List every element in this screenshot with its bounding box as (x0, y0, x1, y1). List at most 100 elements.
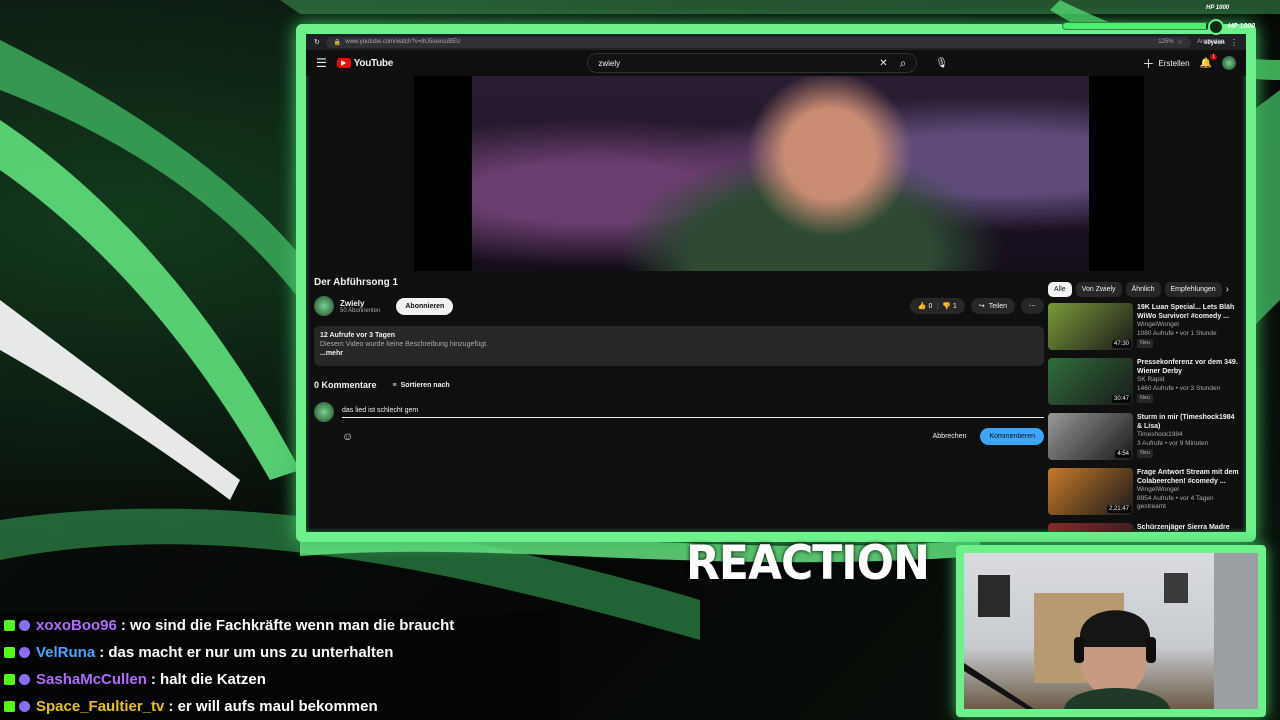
video-duration: 47:30 (1111, 340, 1131, 348)
show-more-link[interactable]: ...mehr (320, 350, 1038, 357)
dislike-button[interactable]: 👎 1 (942, 302, 957, 310)
star-icon[interactable]: ☆ (1178, 39, 1183, 46)
notification-bell-icon[interactable]: 🔔 1 (1200, 53, 1217, 69)
chat-text: : das macht er nur um uns zu unterhalten (99, 644, 394, 661)
chip-recommendations[interactable]: Empfehlungen (1164, 282, 1222, 297)
recommendation-title[interactable]: Schürzenjäger Sierra Madre 1996 Open Air… (1137, 523, 1240, 532)
browser-toolbar: ↻ 🔒 www.youtube.com/watch?v=8U5uexsuBEU … (306, 34, 1246, 50)
hp-avatar-icon (1208, 19, 1224, 35)
microphone-icon[interactable]: 🎙 (935, 58, 948, 69)
wall-poster (978, 575, 1010, 617)
video-thumbnail[interactable]: 47:30 (1048, 303, 1133, 350)
wall-frame (1164, 573, 1188, 603)
channel-avatar[interactable] (314, 296, 334, 316)
thumbs-down-icon: 👎 (942, 303, 951, 310)
channel-name[interactable]: Zwiely (340, 299, 380, 308)
recommendation-meta: 1080 Aufrufe • vor 1 Stunde (1137, 329, 1217, 337)
recommendation-title[interactable]: Sturm in mir (Timeshock1984 & Lisa) (1137, 413, 1240, 431)
more-options-icon[interactable]: ⋮ (1244, 358, 1246, 407)
description-text: Diesem Video wurde keine Beschreibung hi… (320, 341, 488, 348)
more-options-icon[interactable]: ⋮ (1244, 413, 1246, 462)
streamer-shirt (1064, 688, 1170, 709)
search-input[interactable]: zwiely ✕ ⌕ (587, 53, 918, 73)
more-actions-button[interactable]: ⋯ (1021, 298, 1044, 314)
hp-bar-fill (1063, 23, 1207, 29)
sort-button[interactable]: ≡ Sortieren nach (393, 382, 450, 389)
video-player[interactable] (414, 76, 1144, 271)
chat-username[interactable]: SashaMcCullen (36, 671, 147, 688)
like-button[interactable]: 👍 0 (918, 302, 933, 310)
chip-from-channel[interactable]: Von Zwiely (1075, 282, 1122, 297)
recommendation-title[interactable]: 19K Luan Special... Lets Bläh WiWo Survi… (1137, 303, 1240, 321)
headphone-right (1146, 637, 1156, 663)
video-duration: 4:54 (1115, 450, 1131, 458)
recommendation-channel[interactable]: WingelWongel (1137, 486, 1240, 494)
share-label: Teilen (988, 302, 1007, 310)
video-details: Der Abführsong 1 Zwiely 50 Abonnenten Ab… (314, 277, 1044, 445)
chat-username[interactable]: xoxoBoo96 (36, 617, 117, 634)
menu-dots-icon[interactable]: ⋮ (1230, 38, 1238, 47)
recommendation-title[interactable]: Frage Antwort Stream mit dem Colabeerche… (1137, 468, 1240, 486)
recommendation-channel[interactable]: SK Rapid (1137, 376, 1240, 384)
video-thumbnail[interactable] (1048, 523, 1133, 532)
filter-chips: Alle Von Zwiely Ähnlich Empfehlungen › (1048, 282, 1246, 297)
sort-icon: ≡ (392, 381, 397, 389)
chat-username[interactable]: VelRuna (36, 644, 95, 661)
create-label: Erstellen (1158, 58, 1190, 68)
webcam-feed (956, 545, 1266, 717)
video-thumbnail[interactable]: 4:54 (1048, 413, 1133, 460)
chat-text: : er will aufs maul bekommen (168, 698, 378, 715)
chat-message: VelRuna : das macht er nur um uns zu unt… (0, 639, 560, 666)
hamburger-menu-icon[interactable]: ☰ (316, 56, 327, 70)
chip-all[interactable]: Alle (1048, 282, 1072, 297)
chat-username[interactable]: Space_Faultier_tv (36, 698, 164, 715)
recommendation-meta: 3 Aufrufe • vor 9 Minuten (1137, 439, 1209, 447)
comment-buttons: ☺ Abbrechen Kommentieren (314, 428, 1044, 445)
recommendation-title[interactable]: Pressekonferenz vor dem 349. Wiener Derb… (1137, 358, 1240, 376)
address-bar[interactable]: 🔒 www.youtube.com/watch?v=8U5uexsuBEU 12… (325, 36, 1191, 48)
emoji-icon[interactable]: ☺ (342, 431, 353, 443)
create-button[interactable]: ＋ Erstellen (1142, 55, 1189, 72)
recommendation-channel[interactable]: WingelWongel (1137, 321, 1240, 329)
user-avatar[interactable] (1221, 56, 1236, 70)
chevron-right-icon[interactable]: › (1226, 282, 1229, 297)
description-box[interactable]: 12 Aufrufe vor 3 Tagen Diesem Video wurd… (314, 326, 1044, 366)
recommendation-item[interactable]: 4:54 Sturm in mir (Timeshock1984 & Lisa)… (1048, 413, 1246, 462)
hp-bar (1062, 22, 1210, 30)
sub-badge-icon (19, 701, 30, 712)
recommendation-item[interactable]: 30:47 Pressekonferenz vor dem 349. Wiene… (1048, 358, 1246, 407)
youtube-logo[interactable]: YouTube (336, 58, 393, 69)
chip-related[interactable]: Ähnlich (1125, 282, 1161, 297)
recommendation-info: Pressekonferenz vor dem 349. Wiener Derb… (1137, 358, 1240, 407)
like-dislike-group: 👍 0 | 👎 1 (909, 298, 965, 314)
recommendation-meta: 8954 Aufrufe • vor 4 Tagen gestreamt (1137, 494, 1214, 511)
search-icon[interactable]: ⌕ (900, 56, 907, 71)
comment-submit-button[interactable]: Kommentieren (980, 428, 1044, 445)
video-thumbnail[interactable]: 2:21:47 (1048, 468, 1133, 515)
subscribe-button[interactable]: Abonnieren (396, 297, 454, 315)
comment-count: 0 Kommentare (314, 380, 377, 390)
clear-icon[interactable]: ✕ (879, 58, 887, 69)
recommendation-item[interactable]: 47:30 19K Luan Special... Lets Bläh WiWo… (1048, 303, 1246, 352)
new-badge: Neu (1137, 449, 1154, 459)
video-thumbnail[interactable]: 30:47 (1048, 358, 1133, 405)
thumbs-up-icon: 👍 (917, 303, 927, 310)
more-options-icon[interactable]: ⋮ (1244, 303, 1246, 352)
sub-badge-icon (19, 674, 30, 685)
more-options-icon[interactable]: ⋮ (1244, 468, 1246, 517)
comments-header: 0 Kommentare ≡ Sortieren nach (314, 380, 1044, 390)
recommendation-item[interactable]: Schürzenjäger Sierra Madre 1996 Open Air… (1048, 523, 1246, 532)
dislike-count: 1 (952, 303, 957, 310)
cancel-button[interactable]: Abbrechen (925, 429, 975, 444)
more-options-icon[interactable]: ⋮ (1244, 523, 1246, 532)
share-button[interactable]: ↪ Teilen (970, 298, 1015, 314)
zoom-level[interactable]: 125% (1158, 39, 1173, 45)
recommendation-item[interactable]: 2:21:47 Frage Antwort Stream mit dem Col… (1048, 468, 1246, 517)
reload-icon[interactable]: ↻ (314, 38, 320, 46)
views-and-date: 12 Aufrufe vor 3 Tagen (320, 332, 396, 339)
youtube-play-icon (336, 58, 351, 68)
like-count: 0 (928, 303, 933, 310)
recommendation-channel[interactable]: Timeshock1984 (1137, 431, 1240, 439)
kick-badge-icon (4, 647, 15, 658)
comment-input[interactable]: das lied ist schlecht gem (342, 407, 1044, 418)
